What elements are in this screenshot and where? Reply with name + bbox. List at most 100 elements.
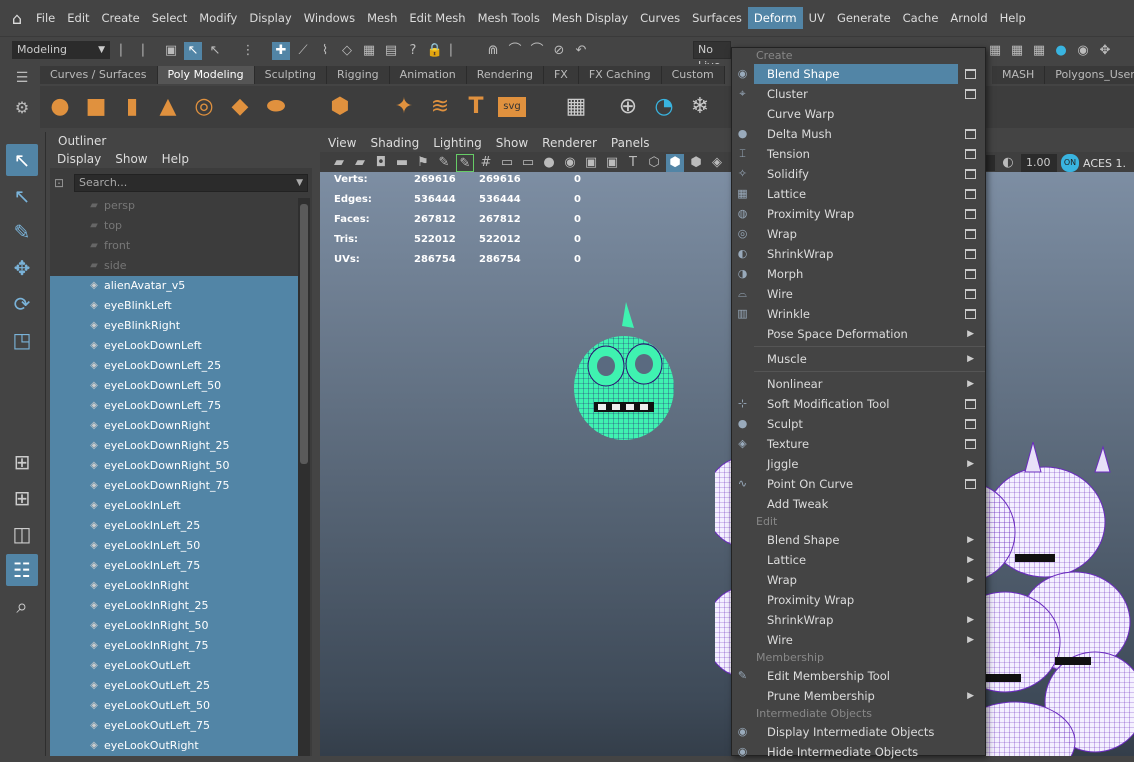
- menu-item-wrinkle[interactable]: Wrinkle ▥: [732, 304, 985, 324]
- option-box-icon[interactable]: [965, 69, 976, 79]
- menu-item-display-intermediate-objects[interactable]: Display Intermediate Objects ◉: [732, 722, 985, 742]
- poly-cylinder-icon[interactable]: ▮: [118, 93, 146, 121]
- menu-item-shrinkwrap[interactable]: ShrinkWrap ▶: [732, 610, 985, 630]
- menu-item-add-tweak[interactable]: Add Tweak: [732, 494, 985, 514]
- menu-item-edit-membership-tool[interactable]: Edit Membership Tool ✎: [732, 666, 985, 686]
- list-item[interactable]: ◈ eyeLookInRight_25: [50, 596, 298, 616]
- option-box-icon[interactable]: [965, 229, 976, 239]
- option-box-icon[interactable]: [965, 439, 976, 449]
- menu-cache[interactable]: Cache: [897, 7, 945, 29]
- snap-view-icon[interactable]: ◇: [338, 42, 356, 60]
- menu-mesh-tools[interactable]: Mesh Tools: [472, 7, 546, 29]
- list-item[interactable]: ◈ eyeLookInRight: [50, 576, 298, 596]
- ipr-icon[interactable]: ▦: [1008, 42, 1026, 60]
- menu-mesh[interactable]: Mesh: [361, 7, 403, 29]
- menu-item-proximity-wrap[interactable]: Proximity Wrap: [732, 590, 985, 610]
- menu-item-sculpt[interactable]: Sculpt ●: [732, 414, 985, 434]
- select-by-type-icon[interactable]: ↖: [184, 42, 202, 60]
- arnold-icon[interactable]: ◉: [1074, 42, 1092, 60]
- snap-live-icon[interactable]: ▤: [382, 42, 400, 60]
- history-icon[interactable]: ⌒: [506, 42, 524, 60]
- list-item[interactable]: ▰ side: [50, 256, 298, 276]
- menu-item-cluster[interactable]: Cluster ⌖: [732, 84, 985, 104]
- shelf-settings-icon[interactable]: ⚙: [14, 98, 30, 117]
- list-item[interactable]: ◈ eyeLookDownLeft: [50, 336, 298, 356]
- menu-item-blend-shape[interactable]: Blend Shape ▶: [732, 530, 985, 550]
- select-tool-icon[interactable]: ↖: [6, 144, 38, 176]
- snap-point-icon[interactable]: ⌇: [316, 42, 334, 60]
- menu-item-point-on-curve[interactable]: Point On Curve ∿: [732, 474, 985, 494]
- text-icon[interactable]: T: [624, 154, 642, 172]
- svg-icon[interactable]: svg: [498, 97, 526, 117]
- list-item[interactable]: ▰ persp: [50, 196, 298, 216]
- menu-help[interactable]: Help: [994, 7, 1032, 29]
- list-item[interactable]: ◈ eyeLookDownLeft_50: [50, 376, 298, 396]
- menu-item-texture[interactable]: Texture ◈: [732, 434, 985, 454]
- flag-icon[interactable]: ⚑: [414, 154, 432, 172]
- menu-item-wrap[interactable]: Wrap ▶: [732, 570, 985, 590]
- menu-item-hide-intermediate-objects[interactable]: Hide Intermediate Objects ◉: [732, 742, 985, 762]
- safe-title-icon[interactable]: ▣: [603, 154, 621, 172]
- menu-surfaces[interactable]: Surfaces: [686, 7, 748, 29]
- menu-item-nonlinear[interactable]: Nonlinear ▶: [732, 374, 985, 394]
- select-component-icon[interactable]: ▣: [162, 42, 180, 60]
- viewport-menu-panels[interactable]: Panels: [611, 134, 650, 152]
- menu-arnold[interactable]: Arnold: [944, 7, 993, 29]
- default-material-icon[interactable]: ⬢: [687, 154, 705, 172]
- two-view-icon[interactable]: ◫: [6, 518, 38, 550]
- menu-item-morph[interactable]: Morph ◑: [732, 264, 985, 284]
- list-item[interactable]: ◈ eyeLookInLeft_25: [50, 516, 298, 536]
- option-box-icon[interactable]: [965, 149, 976, 159]
- menu-item-blend-shape[interactable]: Blend Shape ◉: [738, 64, 976, 84]
- tab-poly-modeling[interactable]: Poly Modeling: [157, 66, 255, 84]
- option-box-icon[interactable]: [965, 89, 976, 99]
- list-item[interactable]: ◈ eyeLookInRight_75: [50, 636, 298, 656]
- symmetry-icon[interactable]: ⎸: [448, 42, 466, 60]
- list-item[interactable]: ◈ eyeLookInRight_50: [50, 616, 298, 636]
- option-box-icon[interactable]: [965, 479, 976, 489]
- option-box-icon[interactable]: [965, 209, 976, 219]
- type-icon[interactable]: T: [462, 93, 490, 121]
- lock-icon[interactable]: 🔒: [426, 42, 444, 60]
- super-shape-icon[interactable]: ✦: [390, 93, 418, 121]
- mode-selector[interactable]: Modeling ▼: [12, 41, 110, 59]
- menu-item-shrinkwrap[interactable]: ShrinkWrap ◐: [732, 244, 985, 264]
- select-hierarchy-icon[interactable]: ⎸: [118, 42, 136, 60]
- option-box-icon[interactable]: [965, 189, 976, 199]
- field-chart-icon[interactable]: ◉: [561, 154, 579, 172]
- option-box-icon[interactable]: [965, 309, 976, 319]
- menu-modify[interactable]: Modify: [193, 7, 243, 29]
- sweep-mesh-icon[interactable]: ≋: [426, 93, 454, 121]
- gamma-field[interactable]: 1.00: [1021, 154, 1057, 172]
- list-item[interactable]: ◈ eyeLookOutLeft: [50, 656, 298, 676]
- tab-rigging[interactable]: Rigging: [326, 66, 390, 84]
- construction-icon[interactable]: ⌒: [528, 42, 546, 60]
- menu-uv[interactable]: UV: [803, 7, 831, 29]
- list-item[interactable]: ◈ eyeBlinkRight: [50, 316, 298, 336]
- undo-icon[interactable]: ↶: [572, 42, 590, 60]
- filter-icon[interactable]: ⊡: [54, 176, 70, 192]
- menu-item-pose-space-deformation[interactable]: Pose Space Deformation ▶: [732, 324, 985, 344]
- menu-mesh-display[interactable]: Mesh Display: [546, 7, 634, 29]
- tab-mash[interactable]: MASH: [992, 66, 1046, 84]
- rotate-tool-icon[interactable]: ⟳: [6, 288, 38, 320]
- home-icon[interactable]: ⌂: [4, 5, 30, 31]
- list-item[interactable]: ◈ eyeLookDownLeft_25: [50, 356, 298, 376]
- option-box-icon[interactable]: [965, 129, 976, 139]
- gate-mask-icon[interactable]: ●: [540, 154, 558, 172]
- paint-select-icon[interactable]: ✎: [6, 216, 38, 248]
- tab-custom[interactable]: Custom: [661, 66, 725, 84]
- menu-edit[interactable]: Edit: [61, 7, 95, 29]
- list-item[interactable]: ▰ front: [50, 236, 298, 256]
- list-item[interactable]: ◈ eyeBlinkLeft: [50, 296, 298, 316]
- option-box-icon[interactable]: [965, 289, 976, 299]
- color-space-label[interactable]: ACES 1.: [1083, 157, 1126, 170]
- menu-file[interactable]: File: [30, 7, 61, 29]
- menu-item-wrap[interactable]: Wrap ◎: [732, 224, 985, 244]
- search-input[interactable]: Search... ▼: [74, 174, 308, 192]
- viewport[interactable]: Verts: 269616 269616 0 Edges: 536444 536444 0 Fa…: [320, 172, 1134, 756]
- chevron-down-icon[interactable]: ▼: [296, 175, 303, 191]
- list-item[interactable]: ◈ eyeLookInLeft_75: [50, 556, 298, 576]
- menu-item-delta-mush[interactable]: Delta Mush ●: [732, 124, 985, 144]
- poly-torus-icon[interactable]: ◎: [190, 93, 218, 121]
